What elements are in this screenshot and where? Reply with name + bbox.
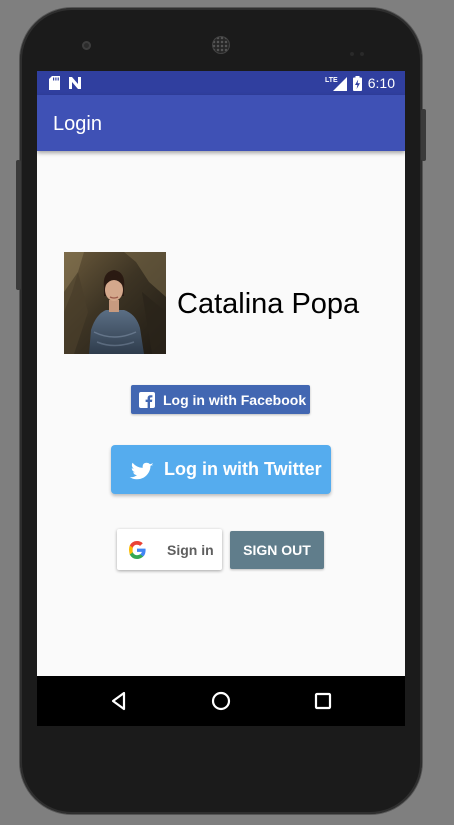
google-sign-in-button[interactable]: Sign in xyxy=(117,529,222,570)
home-icon[interactable] xyxy=(209,689,233,713)
lte-label: LTE xyxy=(325,77,338,84)
profile-name: Catalina Popa xyxy=(177,288,360,320)
sd-card-icon xyxy=(49,76,60,90)
battery-charging-icon xyxy=(352,75,362,91)
earpiece-speaker xyxy=(212,36,230,54)
n-notification-icon xyxy=(69,77,81,89)
app-bar: Login xyxy=(37,95,405,151)
google-button-label: Sign in xyxy=(167,541,214,558)
proximity-sensors xyxy=(350,43,370,56)
facebook-icon xyxy=(139,391,155,408)
twitter-button-label: Log in with Twitter xyxy=(164,459,322,479)
recents-icon[interactable] xyxy=(311,689,335,713)
status-bar: LTE 6:10 xyxy=(37,71,405,95)
clock: 6:10 xyxy=(367,75,395,91)
back-icon[interactable] xyxy=(107,689,131,713)
google-g-icon xyxy=(129,540,146,559)
facebook-button-label: Log in with Facebook xyxy=(163,391,307,408)
twitter-bird-icon xyxy=(129,462,154,479)
screen: LTE 6:10 Login Catalina Popa Log in with… xyxy=(37,71,405,726)
facebook-login-button[interactable]: Log in with Facebook xyxy=(131,385,310,414)
navigation-bar xyxy=(37,676,405,726)
sign-out-button[interactable]: SIGN OUT xyxy=(230,531,324,569)
front-camera xyxy=(82,41,91,50)
page-title: Login xyxy=(53,113,102,135)
lte-signal-icon: LTE xyxy=(325,77,347,91)
volume-button xyxy=(16,160,21,290)
profile-photo xyxy=(64,252,166,354)
power-button xyxy=(421,109,426,161)
twitter-login-button[interactable]: Log in with Twitter xyxy=(111,445,331,494)
